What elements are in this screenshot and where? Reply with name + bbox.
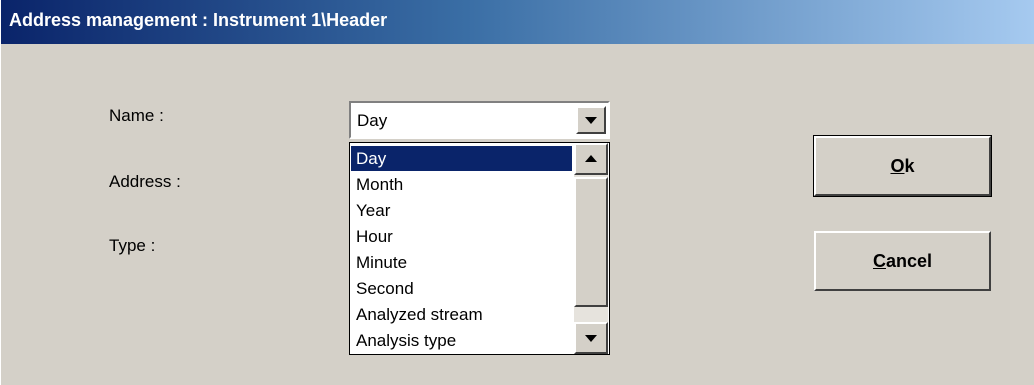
scrollbar-thumb[interactable] — [574, 177, 608, 307]
ok-button-label: Ok — [890, 155, 915, 176]
type-label: Type : — [109, 236, 156, 255]
cancel-button[interactable]: Cancel — [814, 231, 991, 291]
name-label: Name : — [109, 106, 164, 125]
list-item-analyzed-stream[interactable]: Analyzed stream — [351, 302, 572, 327]
list-item-day[interactable]: Day — [351, 146, 572, 171]
list-item-analysis-type[interactable]: Analysis type — [351, 328, 572, 353]
title-bar[interactable]: Address management : Instrument 1\Header — [1, 0, 1034, 44]
name-combobox-value: Day — [357, 111, 388, 130]
address-label: Address : — [109, 172, 181, 191]
scroll-down-icon — [585, 335, 597, 342]
list-item-minute[interactable]: Minute — [351, 250, 572, 275]
list-item-year[interactable]: Year — [351, 198, 572, 223]
name-dropdown-list[interactable]: Day Month Year Hour Minute Second Analyz… — [349, 142, 610, 355]
list-item-month[interactable]: Month — [351, 172, 572, 197]
chevron-down-icon — [585, 117, 597, 124]
window-title: Address management : Instrument 1\Header — [9, 10, 388, 30]
name-combobox[interactable]: Day — [349, 101, 610, 139]
list-item-second[interactable]: Second — [351, 276, 572, 301]
ok-button[interactable]: Ok — [813, 135, 992, 197]
dropdown-button[interactable] — [576, 106, 606, 134]
scroll-down-button[interactable] — [574, 322, 608, 354]
scroll-up-icon — [585, 155, 597, 162]
list-item-hour[interactable]: Hour — [351, 224, 572, 249]
address-management-dialog: Address management : Instrument 1\Header… — [0, 0, 1034, 385]
cancel-button-label: Cancel — [872, 250, 933, 271]
list-scrollbar[interactable] — [574, 143, 608, 354]
scroll-up-button[interactable] — [574, 143, 608, 175]
